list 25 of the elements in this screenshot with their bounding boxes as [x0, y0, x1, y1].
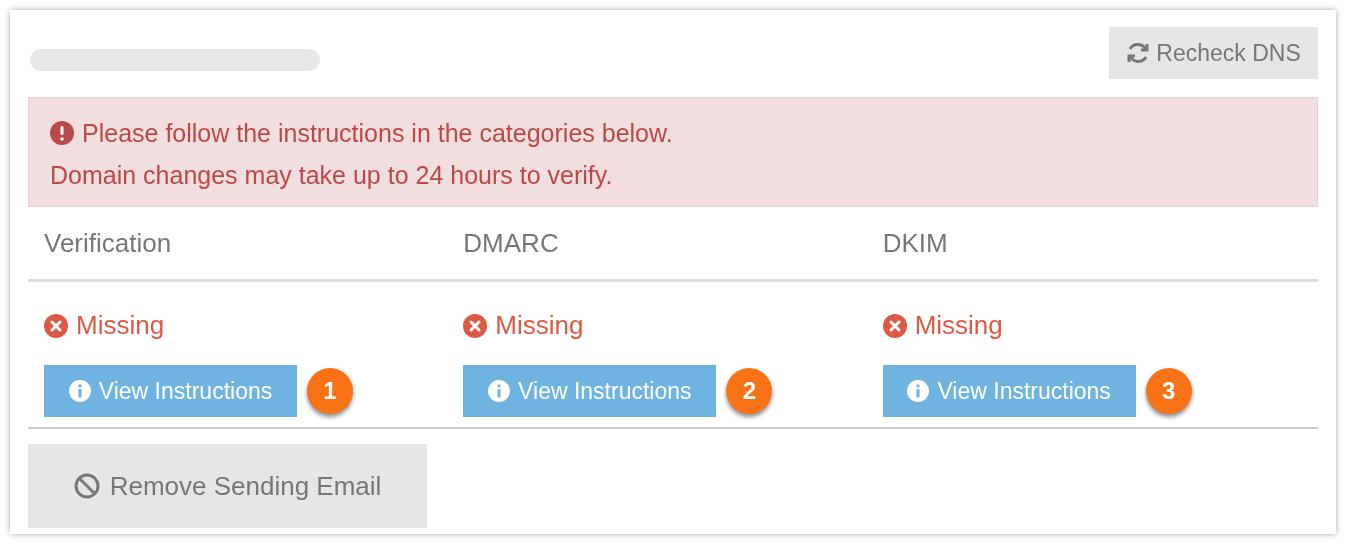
view-instructions-button[interactable]: View Instructions: [44, 365, 297, 417]
alert-text: Please follow the instructions in the categories below.: [82, 118, 673, 149]
recheck-dns-button[interactable]: Recheck DNS: [1109, 27, 1318, 79]
step-number-badge: 1: [307, 368, 353, 414]
alert-text: Domain changes may take up to 24 hours to verify.: [50, 160, 613, 191]
error-icon: [463, 313, 488, 338]
info-icon: [68, 380, 91, 402]
remove-sending-email-button[interactable]: Remove Sending Email: [28, 444, 427, 528]
step-number-badge: 2: [726, 368, 773, 414]
error-icon: [882, 313, 907, 338]
prohibited-icon: [73, 473, 100, 499]
error-icon: [44, 313, 68, 338]
status-label: Missing: [76, 309, 165, 342]
refresh-icon: [1126, 41, 1151, 65]
info-icon: [488, 380, 511, 402]
view-instructions-button[interactable]: View Instructions: [463, 365, 717, 417]
status-label: Missing: [914, 309, 1003, 342]
column-heading: Verification: [44, 226, 173, 260]
step-number-badge: 3: [1145, 368, 1192, 414]
column-heading: DKIM: [882, 226, 949, 260]
exclamation-icon: [50, 121, 74, 145]
status-label: Missing: [495, 309, 584, 342]
view-instructions-button[interactable]: View Instructions: [882, 365, 1136, 417]
info-icon: [907, 380, 930, 402]
column-heading: DMARC: [463, 226, 560, 260]
